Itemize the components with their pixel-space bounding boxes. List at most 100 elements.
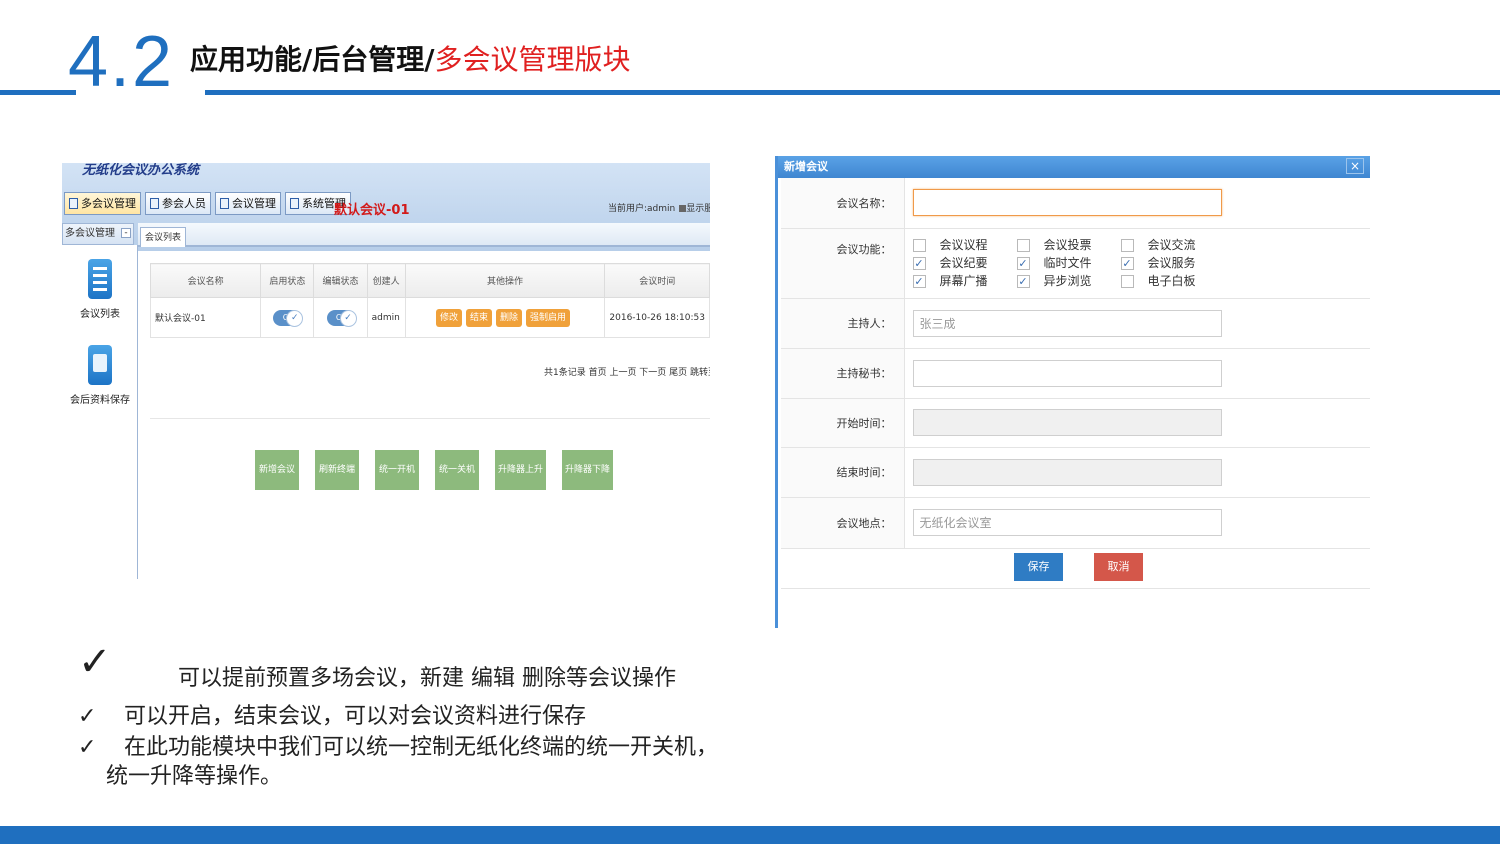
function-checkbox-item[interactable]: ✓ 异步浏览 <box>1016 273 1121 289</box>
lift-up-button[interactable]: 升降器上升 <box>495 450 546 490</box>
lift-down-button[interactable]: 升降器下降 <box>562 450 613 490</box>
checkbox-checked-icon[interactable]: ✓ <box>1016 256 1030 270</box>
function-checkbox-item[interactable]: 会议议程 <box>912 238 1017 253</box>
system-title: 无纸化会议办公系统 <box>82 163 200 178</box>
checkbox-checked-icon[interactable]: ✓ <box>1016 274 1030 288</box>
function-label: 异步浏览 <box>1043 273 1092 288</box>
close-icon[interactable]: × <box>1346 158 1364 174</box>
power-on-all-button[interactable]: 统一开机 <box>375 450 419 490</box>
cell-meeting-name: 默认会议-01 <box>149 297 262 338</box>
function-checkbox-item[interactable]: ✓ 会议纪要 <box>912 256 1017 271</box>
slide-title: 应用功能/后台管理/多会议管理版块 <box>190 40 630 80</box>
cancel-button[interactable]: 取消 <box>1094 553 1143 581</box>
function-checkbox-item[interactable]: ✓ 会议服务 <box>1120 255 1225 271</box>
app-screenshot: 无纸化会议办公系统 多会议管理 参会人员 会议管理 系统管理 默认会议-01 当… <box>62 163 710 579</box>
divider <box>150 418 710 419</box>
end-time-input[interactable] <box>912 458 1222 486</box>
table-row[interactable]: 默认会议-01 ON ON admin 修改结束删除强制启用 2016-10-2… <box>149 297 710 338</box>
slide-title-main: 应用功能/后台管理/ <box>190 43 435 76</box>
cell-creator: admin <box>366 297 406 338</box>
sidebar-item-meeting-list[interactable]: 会议列表 <box>62 259 138 320</box>
end-button[interactable]: 结束 <box>465 308 492 327</box>
footer-bar <box>0 826 1500 844</box>
col-header: 会议名称 <box>149 263 262 298</box>
bullet-text-continued: 统一升降等操作。 <box>106 764 283 789</box>
tab-meeting-list[interactable]: 会议列表 <box>140 227 187 247</box>
checkmark-icon: ✓ <box>78 704 97 729</box>
secretary-input[interactable] <box>912 359 1222 387</box>
label-name: 会议名称： <box>781 178 905 229</box>
label-secretary: 主持秘书： <box>781 348 905 399</box>
checkbox-unchecked-icon[interactable] <box>1120 274 1134 288</box>
function-label: 电子白板 <box>1147 273 1196 288</box>
function-checkbox-item[interactable]: 电子白板 <box>1120 273 1225 289</box>
host-input[interactable] <box>912 309 1222 337</box>
checkmark-icon: ✓ <box>78 639 112 685</box>
collapse-icon[interactable]: - <box>121 228 131 238</box>
pager-text[interactable]: 共1条记录 首页 上一页 下一页 尾页 跳转至 <box>544 368 710 378</box>
label-end-time: 结束时间： <box>781 447 905 498</box>
function-label: 会议服务 <box>1147 255 1196 270</box>
dialog-buttons: 保存 取消 <box>781 549 1370 589</box>
checkbox-checked-icon[interactable]: ✓ <box>912 274 926 288</box>
sidebar-header: 多会议管理 - <box>62 223 134 245</box>
checkbox-unchecked-icon[interactable] <box>1016 238 1030 252</box>
delete-button[interactable]: 删除 <box>496 308 523 327</box>
nav-multi-meeting[interactable]: 多会议管理 <box>64 192 141 215</box>
sidebar-item-label: 会后资料保存 <box>70 395 130 406</box>
function-checkbox-item[interactable]: 会议投票 <box>1016 238 1121 253</box>
col-header: 其他操作 <box>404 263 606 298</box>
checkbox-checked-icon[interactable]: ✓ <box>912 256 926 270</box>
sidebar-item-save-materials[interactable]: 会后资料保存 <box>62 345 138 406</box>
checkbox-unchecked-icon[interactable] <box>1120 238 1134 252</box>
label-location: 会议地点： <box>781 497 905 549</box>
enable-toggle[interactable]: ON <box>273 309 304 327</box>
function-checkbox-item[interactable]: ✓ 屏幕广播 <box>912 273 1017 289</box>
start-time-input[interactable] <box>912 409 1222 436</box>
meeting-icon <box>69 198 78 209</box>
function-checkbox-item[interactable]: 会议交流 <box>1120 238 1225 253</box>
slide-title-highlight: 多会议管理版块 <box>434 43 631 76</box>
function-label: 屏幕广播 <box>939 273 988 288</box>
function-label: 临时文件 <box>1043 255 1092 270</box>
meeting-table: 会议名称 启用状态 编辑状态 创建人 其他操作 会议时间 默认会议-01 ON … <box>149 263 710 338</box>
add-meeting-button[interactable]: 新增会议 <box>255 450 299 490</box>
top-nav: 多会议管理 参会人员 会议管理 系统管理 <box>64 192 351 215</box>
edit-toggle[interactable]: ON <box>326 309 357 327</box>
force-enable-button[interactable]: 强制启用 <box>526 308 571 327</box>
nav-label: 多会议管理 <box>81 197 136 210</box>
save-button[interactable]: 保存 <box>1014 553 1063 581</box>
label-functions: 会议功能： <box>781 228 905 299</box>
bullet-text: 可以开启，结束会议，可以对会议资料进行保存 <box>124 704 587 729</box>
power-off-all-button[interactable]: 统一关机 <box>435 450 479 490</box>
user-info: 当前用户:admin 显示服务信息 <box>608 201 710 214</box>
nav-label: 参会人员 <box>162 197 206 210</box>
user-info-label: 当前用户:admin <box>608 204 676 214</box>
refresh-terminal-button[interactable]: 刷新终端 <box>315 450 359 490</box>
function-checkbox-item[interactable]: ✓ 临时文件 <box>1016 255 1121 271</box>
form-row-name: 会议名称： <box>781 178 1370 229</box>
new-meeting-dialog: 新增会议 × 会议名称： 会议功能： 会议议程 会议投票 会议交流 ✓ 会议纪要 ✓ 临时文… <box>775 156 1370 628</box>
function-checkboxes: 会议议程 会议投票 会议交流 ✓ 会议纪要 ✓ 临时文件 ✓ 会议服务 ✓ 屏幕广播 ✓ 异步浏览 电子白… <box>912 232 1371 295</box>
sidebar-header-label: 多会议管理 <box>65 228 115 239</box>
form-row-host: 主持人： <box>781 298 1370 349</box>
nav-attendees[interactable]: 参会人员 <box>145 192 211 215</box>
checkbox-unchecked-icon[interactable] <box>912 238 926 252</box>
tab-strip: 会议列表 <box>138 223 710 247</box>
col-header: 创建人 <box>366 263 406 298</box>
location-input[interactable] <box>912 509 1222 536</box>
bullet-text: 在此功能模块中我们可以统一控制无纸化终端的统一开关机， <box>124 735 719 760</box>
table-header-row: 会议名称 启用状态 编辑状态 创建人 其他操作 会议时间 <box>149 263 710 298</box>
action-bar: 新增会议 刷新终端 统一开机 统一关机 升降器上升 升降器下降 <box>255 450 613 490</box>
cell-enable-status: ON <box>260 297 315 338</box>
meeting-name-input[interactable] <box>912 189 1222 217</box>
list-icon <box>88 259 112 299</box>
col-header: 编辑状态 <box>313 263 368 298</box>
col-header: 会议时间 <box>604 263 710 298</box>
cell-operations: 修改 结束 删除 强制启用 <box>404 297 606 338</box>
checkbox-checked-icon[interactable]: ✓ <box>1120 256 1134 270</box>
nav-meeting-manage[interactable]: 会议管理 <box>215 192 281 215</box>
dialog-title: 新增会议 <box>778 156 1370 178</box>
modify-button[interactable]: 修改 <box>435 308 462 327</box>
col-header: 启用状态 <box>260 263 315 298</box>
